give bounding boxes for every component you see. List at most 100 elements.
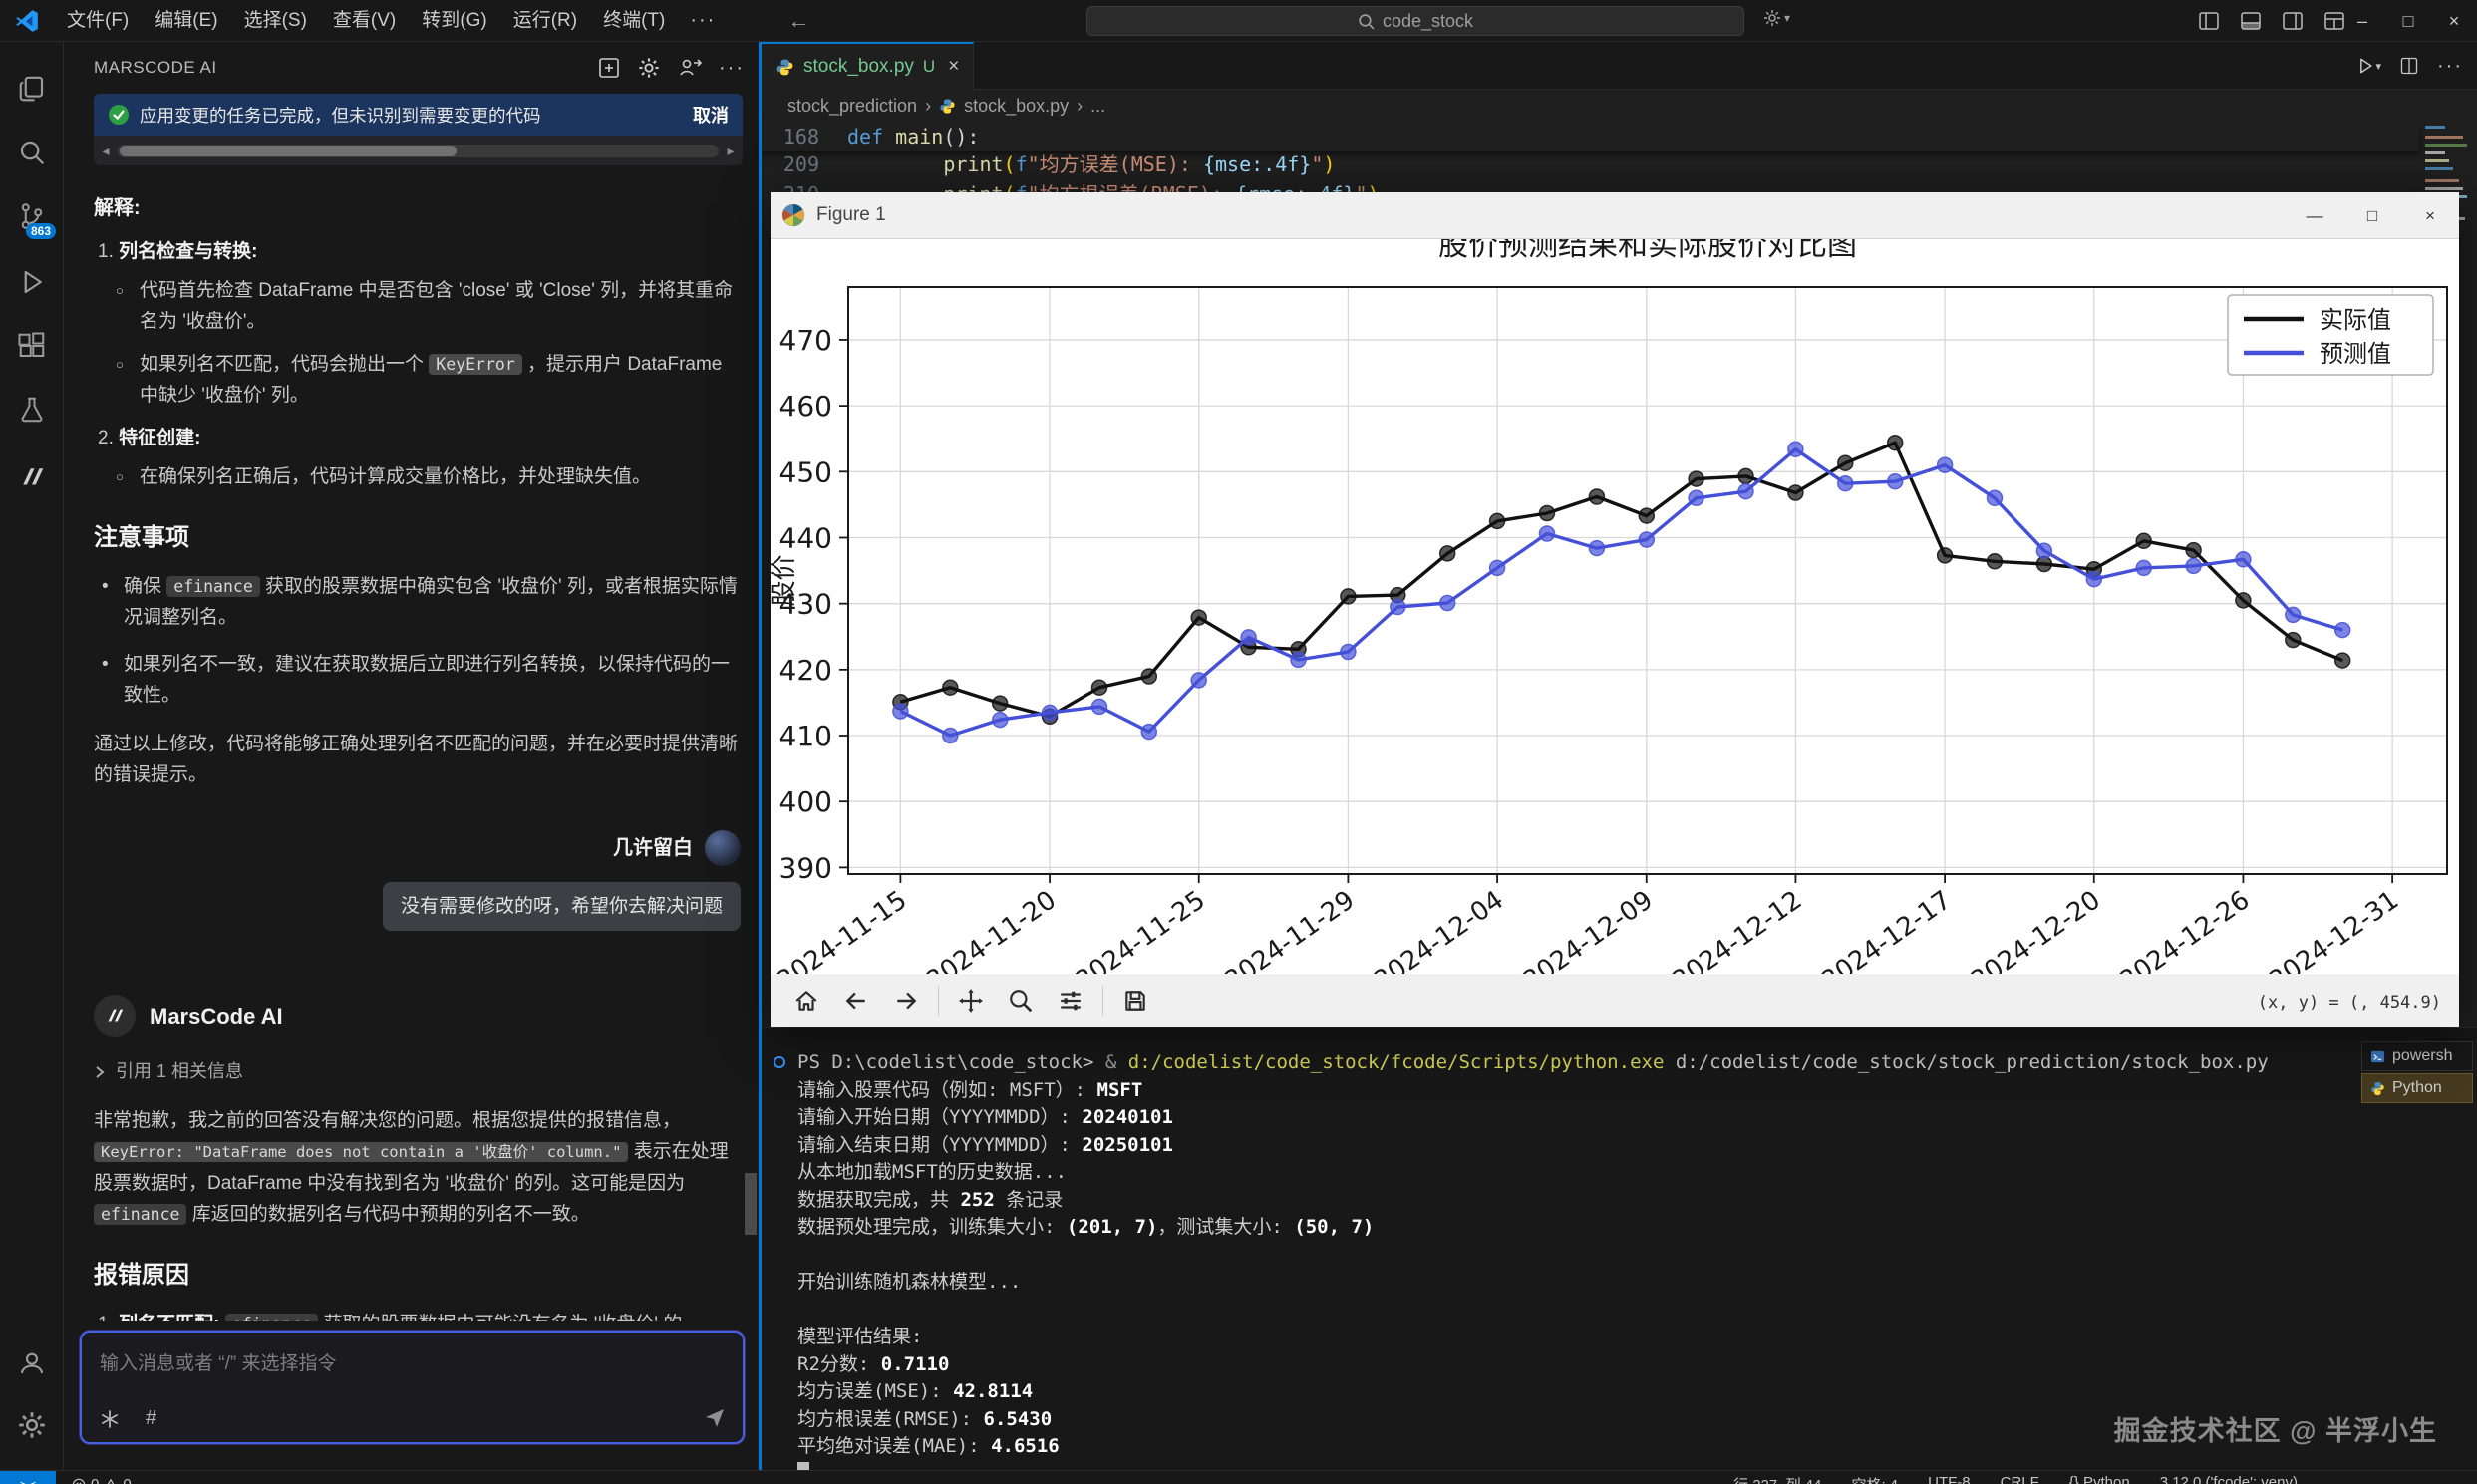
back-icon[interactable]	[834, 980, 878, 1022]
menu-item[interactable]: 文件(F)	[54, 0, 142, 42]
run-debug-icon[interactable]	[0, 253, 64, 311]
scroll-left-icon[interactable]: ◂	[100, 143, 112, 159]
notice-scrollbar[interactable]: ◂ ▸	[94, 136, 743, 165]
window-minimize-button[interactable]: –	[2339, 0, 2385, 42]
notice-text: 应用变更的任务已完成，但未识别到需要变更的代码	[140, 103, 683, 128]
zoom-icon[interactable]	[999, 980, 1043, 1022]
settings-icon[interactable]	[637, 56, 661, 80]
figure-close-button[interactable]: ×	[2401, 192, 2459, 239]
split-editor-icon[interactable]	[2399, 56, 2419, 76]
run-config-button[interactable]: ▾	[1762, 8, 1790, 28]
chart-canvas[interactable]: 3904004104204304404504604702024-11-15202…	[771, 239, 2459, 974]
window-maximize-button[interactable]: □	[2385, 0, 2431, 42]
toggle-sidebar-icon[interactable]	[2198, 10, 2220, 32]
toggle-secondary-sidebar-icon[interactable]	[2282, 10, 2304, 32]
account-icon[interactable]	[0, 1335, 64, 1392]
terminal-line: 平均绝对误差(MAE): 4.6516	[797, 1433, 2269, 1461]
svg-text:2024-11-25: 2024-11-25	[1071, 885, 1211, 974]
code-line[interactable]: 209 print(f"均方误差(MSE): {mse:.4f}")	[762, 149, 2419, 179]
chat-input[interactable]: 输入消息或者 “/” 来选择指令 #	[80, 1331, 745, 1444]
breadcrumb-item[interactable]: stock_box.py	[964, 96, 1069, 117]
task-notice: 应用变更的任务已完成，但未识别到需要变更的代码 取消	[94, 94, 743, 136]
window-close-button[interactable]: ×	[2431, 0, 2477, 42]
search-icon	[1358, 13, 1375, 30]
save-icon[interactable]	[1113, 980, 1157, 1022]
menu-more-button[interactable]: ···	[678, 9, 728, 32]
status-bar-item[interactable]: UTF-8	[1928, 1474, 1971, 1484]
menu-item[interactable]: 编辑(E)	[142, 0, 230, 42]
reference-toggle[interactable]: 引用 1 相关信息	[94, 1056, 741, 1087]
menu-item[interactable]: 选择(S)	[231, 0, 320, 42]
breadcrumb-item[interactable]: stock_prediction	[787, 96, 917, 117]
breadcrumb-item[interactable]: ...	[1090, 96, 1105, 117]
pan-icon[interactable]	[949, 980, 993, 1022]
figure-title-bar[interactable]: Figure 1 — □ ×	[771, 192, 2459, 239]
test-flask-icon[interactable]	[0, 381, 64, 439]
profile-feedback-icon[interactable]	[677, 56, 703, 80]
terminal-tab-powersh[interactable]: powersh	[2361, 1041, 2473, 1071]
vscode-window: 文件(F)编辑(E)选择(S)查看(V)转到(G)运行(R)终端(T) ··· …	[0, 0, 2477, 1484]
home-icon[interactable]	[784, 980, 828, 1022]
terminal-line: 从本地加载MSFT的历史数据...	[797, 1159, 2269, 1187]
tab-stock-box[interactable]: stock_box.py U ×	[762, 42, 974, 90]
menu-item[interactable]: 终端(T)	[590, 0, 678, 42]
scrollbar-thumb[interactable]	[120, 146, 457, 156]
problems-indicator[interactable]: 0 0	[72, 1476, 132, 1484]
svg-text:2024-12-04: 2024-12-04	[1369, 885, 1509, 974]
activity-bar: 863	[0, 42, 64, 1470]
tab-close-icon[interactable]: ×	[948, 56, 959, 78]
explorer-icon[interactable]	[0, 60, 64, 118]
cancel-button[interactable]: 取消	[693, 102, 729, 128]
remote-indicator[interactable]: ><	[0, 1471, 56, 1484]
status-bar-item[interactable]: 空格: 4	[1851, 1474, 1898, 1484]
command-decoration-icon[interactable]	[774, 1056, 785, 1068]
list-item: 代码首先检查 DataFrame 中是否包含 'close' 或 'Close'…	[94, 275, 741, 337]
context-hash-icon[interactable]: #	[146, 1407, 156, 1430]
forward-icon[interactable]	[884, 980, 928, 1022]
terminal-line: 数据获取完成，共 252 条记录	[797, 1187, 2269, 1215]
chevron-right-icon: ›	[1077, 96, 1083, 117]
source-control-icon[interactable]: 863	[0, 187, 64, 245]
marscode-icon[interactable]	[0, 448, 64, 506]
run-python-button[interactable]: ▾	[2355, 56, 2381, 76]
editor-sash[interactable]	[759, 42, 762, 1470]
terminal-panel[interactable]: PS D:\codelist\code_stock> & d:/codelist…	[762, 1027, 2477, 1470]
sticky-code-line[interactable]: 168def main():	[762, 122, 2419, 151]
menu-item[interactable]: 运行(R)	[500, 0, 590, 42]
figure-minimize-button[interactable]: —	[2286, 192, 2343, 239]
svg-text:2024-11-20: 2024-11-20	[921, 885, 1062, 974]
subplot-config-icon[interactable]	[1049, 980, 1092, 1022]
search-icon[interactable]	[0, 124, 64, 181]
explain-heading: 解释:	[94, 193, 741, 224]
status-bar-item[interactable]: 3.12.0 ('fcode': venv)	[2160, 1474, 2298, 1484]
panel-scrollbar[interactable]	[745, 1173, 757, 1235]
scroll-right-icon[interactable]: ▸	[725, 143, 737, 159]
editor-more-icon[interactable]: ···	[2437, 55, 2463, 78]
menu-item[interactable]: 查看(V)	[320, 0, 409, 42]
status-bar-item[interactable]: 行 227, 列 44	[1733, 1474, 1821, 1484]
new-chat-icon[interactable]	[597, 56, 621, 80]
menu-item[interactable]: 转到(G)	[409, 0, 499, 42]
breadcrumb[interactable]: stock_prediction › stock_box.py › ...	[787, 90, 1105, 122]
svg-text:470: 470	[779, 324, 832, 357]
more-actions-icon[interactable]: ···	[719, 57, 745, 80]
nav-back-icon[interactable]: ←	[787, 8, 809, 34]
svg-text:400: 400	[779, 785, 832, 818]
command-center-search[interactable]: code_stock	[1086, 6, 1744, 36]
send-icon[interactable]	[703, 1406, 727, 1430]
extensions-icon[interactable]	[0, 317, 64, 375]
terminal-line: 数据预处理完成，训练集大小: (201, 7)，测试集大小: (50, 7)	[797, 1214, 2269, 1242]
toggle-panel-icon[interactable]	[2240, 10, 2262, 32]
list-item: 1. 列名检查与转换:	[98, 236, 741, 267]
status-bar-item[interactable]: CRLF	[2001, 1474, 2039, 1484]
svg-text:股价预测结果和实际股价对比图: 股价预测结果和实际股价对比图	[1438, 239, 1857, 263]
terminal-tab-python[interactable]: Python	[2361, 1073, 2473, 1103]
svg-text:390: 390	[779, 851, 832, 884]
figure-maximize-button[interactable]: □	[2343, 192, 2401, 239]
search-value: code_stock	[1383, 11, 1473, 32]
svg-text:预测值: 预测值	[2320, 340, 2391, 368]
warning-icon	[104, 1478, 118, 1484]
settings-gear-icon[interactable]	[0, 1396, 64, 1454]
status-bar-item[interactable]: {} Python	[2069, 1474, 2130, 1484]
command-asterisk-icon[interactable]	[100, 1409, 120, 1429]
